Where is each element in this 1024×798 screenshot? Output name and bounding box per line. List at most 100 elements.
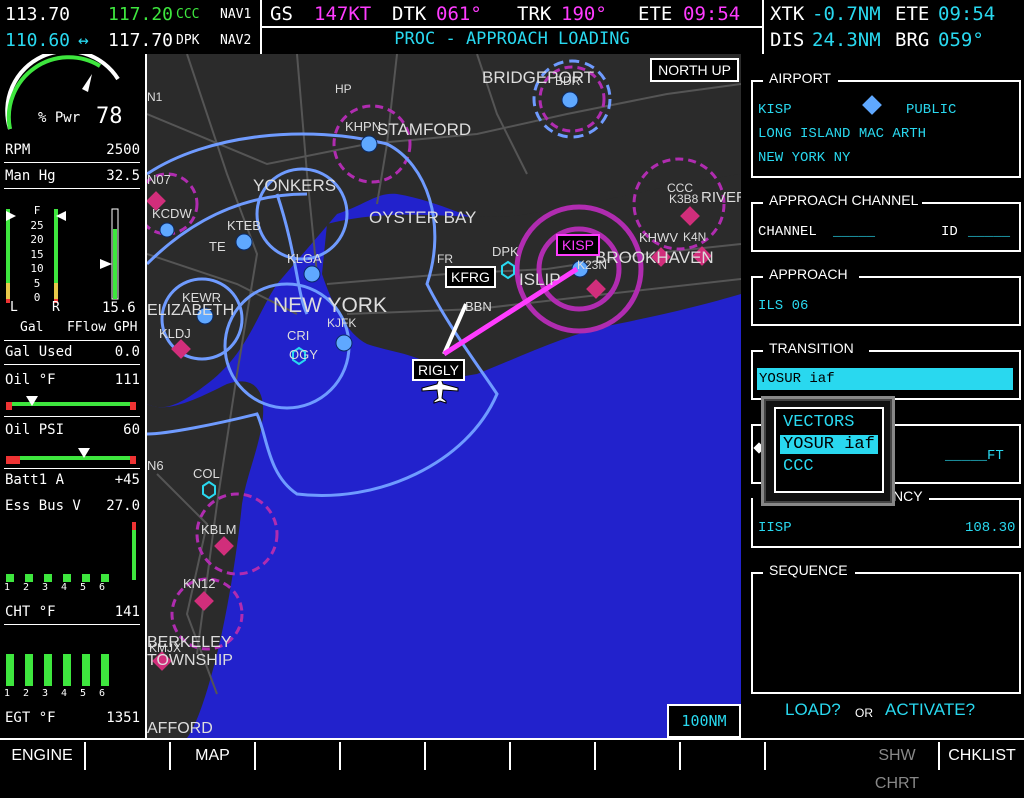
egt-bar xyxy=(25,654,33,686)
transition-popup-list[interactable]: VECTORS YOSUR iaf CCC xyxy=(774,407,884,493)
channel-id-value[interactable]: _____ xyxy=(968,224,1010,240)
box-edge xyxy=(751,572,763,574)
map-label-kldj: KLDJ xyxy=(159,326,191,341)
softkey-8[interactable] xyxy=(596,742,681,770)
cht-bar xyxy=(44,574,52,582)
map-label-kcdw: KCDW xyxy=(152,206,192,221)
essbus-row: Ess Bus V 27.0 xyxy=(5,498,140,514)
softkey-6[interactable] xyxy=(426,742,511,770)
map-label-bbn: BBN xyxy=(465,299,492,314)
box-edge xyxy=(838,80,1021,82)
airport-id[interactable]: KISP xyxy=(758,102,792,118)
transition-value[interactable]: YOSUR iaf xyxy=(759,371,835,387)
waypoint-tag-kisp[interactable]: KISP xyxy=(556,234,600,256)
transition-box: TRANSITION YOSUR iaf xyxy=(751,340,1021,400)
ess-bus-bar xyxy=(132,522,136,580)
egt-bar xyxy=(101,654,109,686)
waypoint-tag-kfrg[interactable]: KFRG xyxy=(445,266,496,288)
box-edge xyxy=(929,498,1021,500)
map-label-col: COL xyxy=(193,466,220,481)
softkey-7[interactable] xyxy=(511,742,596,770)
cht-bar xyxy=(82,574,90,582)
popup-item[interactable]: VECTORS xyxy=(780,413,857,432)
nav1-ident: CCC xyxy=(176,7,200,22)
brg-value: 059° xyxy=(938,29,984,51)
channel-value[interactable]: _____ xyxy=(833,224,875,240)
channel-id-label: ID xyxy=(941,224,958,240)
cht-bar xyxy=(101,574,109,582)
softkey-5[interactable] xyxy=(341,742,426,770)
nav1-standby-freq[interactable]: 117.20 xyxy=(108,4,173,25)
map-label-kteb: KTEB xyxy=(227,218,261,233)
approach-value[interactable]: ILS 06 xyxy=(758,298,808,314)
engine-indication-strip: % Pwr 78 RPM 2500 Man Hg 32.5 F 25 20 15 10 5 0 … xyxy=(0,54,147,738)
map-label-n1: N1 xyxy=(147,90,163,104)
top-status-bar: 113.70 117.20 CCC NAV1 110.60 ↔ 117.70 D… xyxy=(0,0,1024,54)
map-label-n6: N6 xyxy=(147,458,164,473)
cht-bar xyxy=(63,574,71,582)
oil-psi-value: 60 xyxy=(123,422,140,438)
dtk-label: DTK xyxy=(392,3,427,25)
transition-popup[interactable]: VECTORS YOSUR iaf CCC xyxy=(761,396,895,506)
map-label-ogy: OGY xyxy=(289,347,318,362)
egt-bar xyxy=(63,654,71,686)
nav-swap-icon[interactable]: ↔ xyxy=(78,30,89,51)
batt-label: Batt1 A xyxy=(5,472,65,488)
cylinder-number: 5 xyxy=(80,582,87,593)
fuel-flow-bar xyxy=(113,229,117,299)
divider xyxy=(4,468,140,469)
map-label-k4n: K4N xyxy=(683,230,707,244)
map-label-oyster-bay: OYSTER BAY xyxy=(369,208,477,227)
softkey-show-chart[interactable]: SHW CHRT xyxy=(856,742,940,792)
softkey-4[interactable] xyxy=(256,742,341,770)
popup-item[interactable]: YOSUR iaf xyxy=(780,435,878,454)
gal-used-row: Gal Used 0.0 xyxy=(5,344,140,360)
dis-label: DIS xyxy=(770,29,805,51)
essbus-value: 27.0 xyxy=(106,498,140,514)
map-orientation-indicator[interactable]: NORTH UP xyxy=(650,58,739,82)
dtk-value: 061° xyxy=(436,3,482,25)
softkey-checklist[interactable]: CHKLIST xyxy=(940,742,1024,770)
nav1-active-freq[interactable]: 113.70 xyxy=(5,4,70,25)
softkey-2[interactable] xyxy=(86,742,171,770)
manhg-label: Man Hg xyxy=(5,168,56,184)
oil-psi-label: Oil PSI xyxy=(5,422,65,438)
fuel-right-label: R xyxy=(52,300,60,315)
map-label-afford: AFFORD xyxy=(147,720,213,737)
fuel-units-label: Gal FFlow GPH xyxy=(20,320,138,335)
frequency-value[interactable]: 108.30 xyxy=(965,520,1015,536)
nav2-active-freq[interactable]: 110.60 xyxy=(5,30,70,51)
softkey-engine[interactable]: ENGINE xyxy=(0,742,86,770)
oil-temp-value: 111 xyxy=(114,372,140,388)
box-edge xyxy=(751,80,763,82)
trk-label: TRK xyxy=(517,3,552,25)
popup-item[interactable]: CCC xyxy=(780,457,817,476)
fuel-left-yellow xyxy=(6,283,10,299)
transition-field-highlight[interactable]: YOSUR iaf xyxy=(757,368,1013,390)
softkey-9[interactable] xyxy=(681,742,766,770)
egt-row: EGT °F 1351 xyxy=(5,710,140,726)
waypoint-tag-rigly[interactable]: RIGLY xyxy=(412,359,465,381)
batt-value: +45 xyxy=(114,472,140,488)
map-graphics[interactable] xyxy=(147,54,741,738)
oil-psi-red xyxy=(130,456,136,464)
activate-button[interactable]: ACTIVATE? xyxy=(885,700,975,720)
moving-map[interactable]: BRIDGEPORT BDR HP KHPN STAMFORD N1 N07 K… xyxy=(147,54,741,738)
load-button[interactable]: LOAD? xyxy=(785,700,841,720)
map-label-township: TOWNSHIP xyxy=(147,652,233,669)
cylinder-number: 1 xyxy=(4,582,11,593)
nav2-standby-freq[interactable]: 117.70 xyxy=(108,30,173,51)
cht-bar xyxy=(25,574,33,582)
fuel-scale-tick: 5 xyxy=(33,276,41,290)
map-label-yonkers: YONKERS xyxy=(253,176,337,195)
airport-name: LONG ISLAND MAC ARTH xyxy=(758,126,927,142)
or-label: OR xyxy=(855,706,873,720)
minimums-value[interactable]: _____FT xyxy=(945,448,1004,464)
transition-box-title: TRANSITION xyxy=(765,340,858,356)
softkey-map[interactable]: MAP xyxy=(171,742,256,770)
gal-used-label: Gal Used xyxy=(5,344,73,360)
map-range-indicator[interactable]: 100NM xyxy=(667,704,741,738)
fuel-scale: F 25 20 15 10 5 0 xyxy=(25,204,49,306)
map-label-kjfk: KJFK xyxy=(327,316,357,330)
egt-value: 1351 xyxy=(106,710,140,726)
